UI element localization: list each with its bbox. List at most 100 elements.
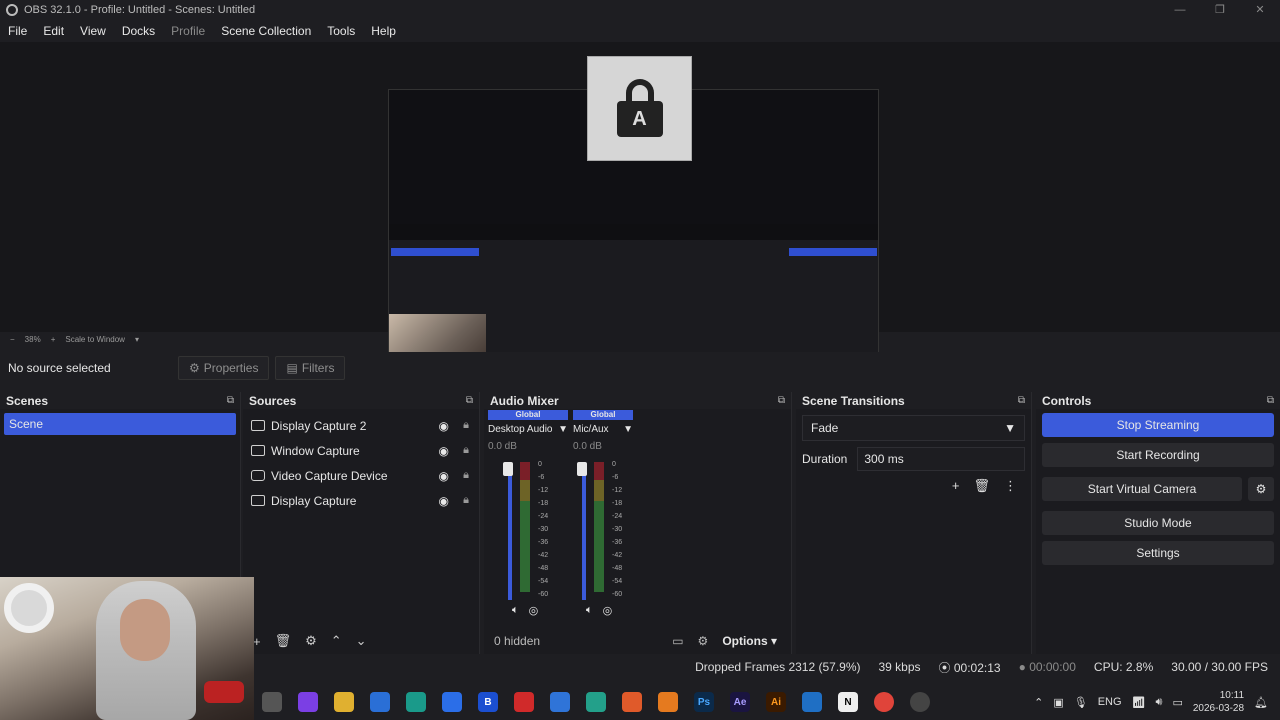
maximize-button[interactable]: ❐ [1200, 0, 1240, 20]
game-icon[interactable] [586, 692, 606, 712]
channel-name-dropdown[interactable]: Desktop Audio ▼ [488, 424, 568, 435]
stop-streaming-button[interactable]: Stop Streaming [1042, 413, 1274, 437]
arrow-up-icon[interactable]: ⌃ [331, 633, 342, 649]
microphone-icon[interactable]: 🎙︎ [1074, 696, 1088, 709]
add-icon[interactable]: + [253, 634, 261, 649]
wps-icon[interactable] [514, 692, 534, 712]
virtual-camera-settings-icon[interactable]: ⚙ [1248, 477, 1274, 501]
photoshop-icon[interactable]: Ps [694, 692, 714, 712]
gear-icon[interactable]: ⚙ [305, 633, 317, 649]
menu-docks[interactable]: Docks [114, 24, 163, 38]
source-row[interactable]: Display Capture ◉ 🔒︎ [243, 488, 479, 513]
controls-header: Controls ⧉ [1036, 392, 1280, 409]
scene-item[interactable]: Scene [4, 413, 236, 435]
notification-icon[interactable]: 🔔︎ [1254, 696, 1268, 709]
illustrator-icon[interactable]: Ai [766, 692, 786, 712]
volume-fader-handle[interactable] [577, 462, 587, 476]
menu-file[interactable]: File [0, 24, 35, 38]
lock-icon[interactable]: 🔒︎ [463, 419, 469, 432]
dropbox-icon[interactable] [442, 692, 462, 712]
undock-icon[interactable]: ⧉ [227, 395, 234, 406]
menu-view[interactable]: View [72, 24, 114, 38]
lock-icon[interactable]: 🔒︎ [463, 444, 469, 457]
obs-logo-icon [6, 4, 18, 16]
notion-icon[interactable]: N [838, 692, 858, 712]
arrow-down-icon[interactable]: ⌄ [356, 633, 367, 649]
zoom-in-icon[interactable]: + [51, 335, 56, 344]
volume-fader-track[interactable] [582, 470, 586, 600]
speaker-icon[interactable]: 🔈︎ [586, 604, 593, 617]
volume-fader-track[interactable] [508, 470, 512, 600]
volume-icon[interactable]: 🔊︎ [1156, 696, 1163, 709]
advanced-audio-icon[interactable]: ⚙ [698, 634, 709, 648]
zoom-level: 38% [24, 334, 41, 344]
minimize-button[interactable]: — [1160, 0, 1200, 20]
controls-title: Controls [1042, 393, 1092, 408]
source-row[interactable]: Display Capture 2 ◉ 🔒︎ [243, 413, 479, 438]
filters-button[interactable]: ▤ Filters [275, 356, 346, 380]
undock-icon[interactable]: ⧉ [1018, 395, 1025, 406]
obs-icon[interactable] [910, 692, 930, 712]
start-virtual-camera-button[interactable]: Start Virtual Camera [1042, 477, 1242, 501]
clock[interactable]: 10:11 2026-03-28 [1193, 689, 1244, 715]
eye-icon[interactable]: ◉ [439, 444, 449, 458]
edge-icon[interactable] [406, 692, 426, 712]
lock-icon[interactable]: 🔒︎ [463, 494, 469, 507]
chevron-down-icon[interactable]: ▾ [135, 335, 139, 344]
lock-icon[interactable]: 🔒︎ [463, 469, 469, 482]
wifi-icon[interactable]: 📶︎ [1132, 696, 1146, 709]
battery-icon[interactable]: ▭ [1172, 696, 1182, 709]
b-app-icon[interactable]: B [478, 692, 498, 712]
source-row[interactable]: Window Capture ◉ 🔒︎ [243, 438, 479, 463]
menu-profile[interactable]: Profile [163, 24, 213, 38]
nested-stop-streaming [789, 248, 877, 256]
undock-icon[interactable]: ⧉ [778, 395, 785, 406]
store-icon[interactable] [370, 692, 390, 712]
language-indicator[interactable]: ENG [1098, 696, 1122, 708]
menu-scene-collection[interactable]: Scene Collection [213, 24, 319, 38]
studio-mode-button[interactable]: Studio Mode [1042, 511, 1274, 535]
preview-area[interactable]: A [0, 42, 1280, 369]
transition-select[interactable]: Fade ▼ [802, 415, 1025, 441]
headphones-icon[interactable]: ◎ [529, 604, 539, 617]
more-icon[interactable]: ⋮ [1004, 478, 1017, 494]
headphones-icon[interactable]: ◎ [603, 604, 613, 617]
duration-input[interactable]: 300 ms [857, 447, 1025, 471]
arrow-app-icon[interactable] [622, 692, 642, 712]
chevron-up-icon[interactable]: ⌃ [1034, 696, 1043, 709]
start-recording-button[interactable]: Start Recording [1042, 443, 1274, 467]
copilot-icon[interactable] [298, 692, 318, 712]
source-row[interactable]: Video Capture Device ◉ 🔒︎ [243, 463, 479, 488]
after-effects-icon[interactable]: Ae [730, 692, 750, 712]
app-tray-icon[interactable]: ▣ [1053, 696, 1063, 709]
trash-icon[interactable]: 🗑︎ [275, 633, 292, 649]
scale-mode[interactable]: Scale to Window [65, 335, 125, 344]
eye-icon[interactable]: ◉ [439, 419, 449, 433]
vscode-icon[interactable] [802, 692, 822, 712]
chrome-icon[interactable] [874, 692, 894, 712]
properties-button[interactable]: ⚙ Properties [178, 356, 270, 380]
trash-icon[interactable]: 🗑︎ [973, 478, 990, 494]
volume-fader-handle[interactable] [503, 462, 513, 476]
options-button[interactable]: Options ▾ [722, 634, 777, 648]
taskview-icon[interactable] [262, 692, 282, 712]
outlook-icon[interactable] [550, 692, 570, 712]
undock-icon[interactable]: ⧉ [466, 395, 473, 406]
channel-name-dropdown[interactable]: Mic/Aux ▼ [573, 424, 633, 435]
undock-icon[interactable]: ⧉ [1267, 395, 1274, 406]
layout-icon[interactable]: ▭ [672, 634, 683, 648]
menu-tools[interactable]: Tools [319, 24, 363, 38]
speaker-icon[interactable]: 🔈︎ [512, 604, 519, 617]
menu-edit[interactable]: Edit [35, 24, 72, 38]
eye-icon[interactable]: ◉ [439, 494, 449, 508]
add-icon[interactable]: + [952, 478, 960, 494]
close-button[interactable]: ✕ [1240, 0, 1280, 20]
menu-help[interactable]: Help [363, 24, 404, 38]
scenes-title: Scenes [6, 393, 49, 408]
eye-icon[interactable]: ◉ [439, 469, 449, 483]
zoom-out-icon[interactable]: − [10, 335, 15, 344]
settings-button[interactable]: Settings [1042, 541, 1274, 565]
folder-icon[interactable] [334, 692, 354, 712]
blender-icon[interactable] [658, 692, 678, 712]
channel-db: 0.0 dB [488, 441, 517, 452]
